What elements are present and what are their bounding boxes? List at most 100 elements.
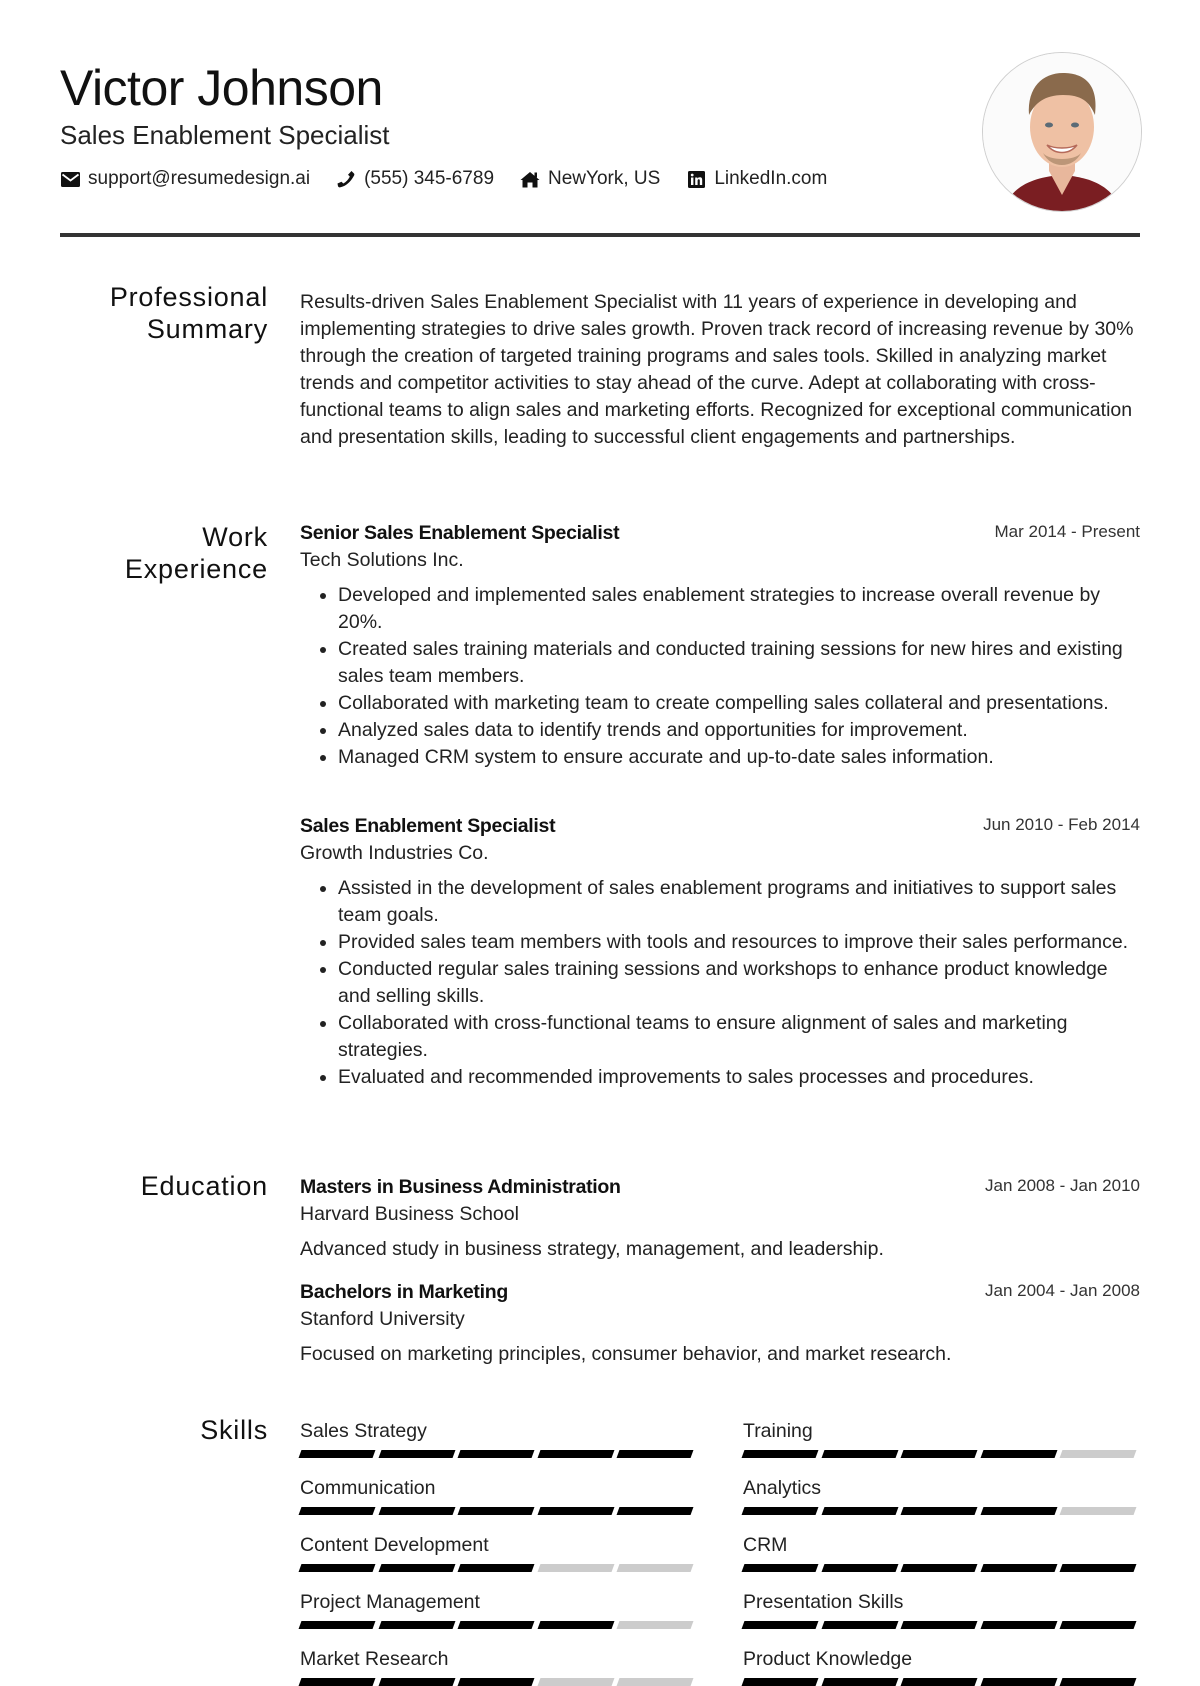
job-title: Sales Enablement Specialist	[60, 120, 390, 150]
skill-level-segment-filled	[821, 1621, 898, 1629]
skill-level-meter	[298, 1450, 697, 1458]
skill-level-meter	[741, 1621, 1140, 1629]
skill-item: Analytics	[741, 1475, 1140, 1515]
skill-level-meter	[741, 1507, 1140, 1515]
summary-text: Results-driven Sales Enablement Speciali…	[300, 291, 1134, 448]
skill-level-segment-filled	[900, 1450, 978, 1458]
education-entry: Masters in Business Administration Jan 2…	[300, 1174, 1140, 1263]
skill-level-segment-filled	[741, 1450, 819, 1458]
job-dates: Mar 2014 - Present	[994, 522, 1140, 541]
skill-name: Sales Strategy	[300, 1420, 427, 1442]
contact-row: support@resumedesign.ai (555) 345-6789 N…	[60, 167, 853, 191]
skill-level-segment-filled	[900, 1564, 978, 1572]
skill-name: Analytics	[743, 1477, 822, 1499]
skill-item: Training	[741, 1418, 1140, 1458]
skill-level-segment-filled	[1059, 1678, 1137, 1686]
skill-level-segment-filled	[900, 1678, 978, 1686]
job-dates: Jun 2010 - Feb 2014	[983, 815, 1140, 834]
contact-email[interactable]: support@resumedesign.ai	[60, 167, 310, 191]
skill-level-segment-empty	[537, 1678, 614, 1686]
job-entry: Senior Sales Enablement Specialist Mar 2…	[300, 520, 1140, 771]
job-company: Growth Industries Co.	[300, 842, 489, 864]
school: Harvard Business School	[300, 1203, 519, 1225]
school: Stanford University	[300, 1308, 465, 1330]
job-bullet: Managed CRM system to ensure accurate an…	[338, 744, 1140, 771]
education-dates: Jan 2008 - Jan 2010	[984, 1176, 1140, 1195]
candidate-name: Victor Johnson	[60, 60, 383, 116]
skill-level-segment-filled	[378, 1450, 455, 1458]
skill-level-segment-filled	[821, 1564, 898, 1572]
skill-level-segment-filled	[537, 1621, 614, 1629]
skill-name: Communication	[300, 1477, 436, 1499]
education-entry: Bachelors in Marketing Jan 2004 - Jan 20…	[300, 1279, 1140, 1368]
job-bullet: Evaluated and recommended improvements t…	[338, 1064, 1140, 1091]
job-bullet: Collaborated with marketing team to crea…	[338, 690, 1140, 717]
skill-name: Market Research	[300, 1648, 449, 1670]
skill-level-segment-filled	[616, 1507, 694, 1515]
section-title-experience: Work Experience	[60, 521, 268, 585]
skill-name: Presentation Skills	[743, 1591, 904, 1613]
skill-item: Content Development	[298, 1532, 697, 1572]
skill-level-segment-filled	[821, 1450, 898, 1458]
contact-location-text: NewYork, US	[548, 168, 661, 189]
job-company: Tech Solutions Inc.	[300, 549, 464, 571]
education-description: Advanced study in business strategy, man…	[300, 1238, 884, 1260]
skill-level-meter	[298, 1621, 697, 1629]
skill-level-segment-filled	[1059, 1564, 1137, 1572]
contact-phone-text: (555) 345-6789	[364, 168, 495, 189]
skill-level-segment-filled	[741, 1678, 819, 1686]
skill-item: Communication	[298, 1475, 697, 1515]
skill-level-segment-filled	[900, 1507, 978, 1515]
job-bullet: Collaborated with cross-functional teams…	[338, 1010, 1140, 1064]
contact-linkedin-text: LinkedIn.com	[714, 168, 828, 189]
skill-name: Training	[743, 1420, 813, 1442]
education-dates: Jan 2004 - Jan 2008	[984, 1281, 1140, 1300]
job-bullet: Developed and implemented sales enableme…	[338, 582, 1140, 636]
skill-level-segment-filled	[821, 1678, 898, 1686]
skill-name: Content Development	[300, 1534, 489, 1556]
skill-item: Market Research	[298, 1646, 697, 1686]
skill-level-segment-filled	[980, 1507, 1057, 1515]
skill-name: Project Management	[300, 1591, 480, 1613]
job-bullet: Assisted in the development of sales ena…	[338, 875, 1140, 929]
contact-location: NewYork, US	[520, 167, 660, 191]
skill-level-segment-filled	[741, 1564, 819, 1572]
skill-level-segment-filled	[741, 1507, 819, 1515]
skill-level-segment-filled	[378, 1678, 455, 1686]
skill-level-segment-filled	[457, 1507, 535, 1515]
skill-level-segment-filled	[298, 1621, 376, 1629]
skill-item: CRM	[741, 1532, 1140, 1572]
skill-level-segment-filled	[980, 1621, 1057, 1629]
profile-photo	[982, 52, 1142, 212]
skill-level-segment-filled	[298, 1678, 376, 1686]
skill-level-segment-filled	[457, 1564, 535, 1572]
skill-level-segment-filled	[821, 1507, 898, 1515]
skill-level-segment-filled	[298, 1564, 376, 1572]
skill-item: Sales Strategy	[298, 1418, 697, 1458]
job-bullets: Assisted in the development of sales ena…	[300, 875, 1140, 1091]
phone-icon	[336, 170, 356, 188]
skill-level-segment-filled	[378, 1621, 455, 1629]
skill-level-segment-empty	[537, 1564, 614, 1572]
skill-item: Project Management	[298, 1589, 697, 1629]
section-title-line: Experience	[124, 554, 268, 584]
skill-level-segment-filled	[616, 1450, 694, 1458]
section-title-skills: Skills	[200, 1415, 268, 1445]
section-title-line: Summary	[146, 314, 268, 344]
section-title-summary: Professional Summary	[60, 281, 268, 345]
skill-level-segment-empty	[616, 1678, 694, 1686]
skill-level-meter	[741, 1450, 1140, 1458]
skill-level-meter	[298, 1678, 697, 1686]
skill-level-segment-filled	[537, 1507, 614, 1515]
contact-email-text: support@resumedesign.ai	[88, 168, 311, 189]
job-bullets: Developed and implemented sales enableme…	[300, 582, 1140, 771]
skill-level-segment-filled	[1059, 1621, 1137, 1629]
skill-level-segment-filled	[741, 1621, 819, 1629]
skill-level-segment-filled	[457, 1678, 535, 1686]
education-description: Focused on marketing principles, consume…	[300, 1343, 952, 1365]
contact-linkedin[interactable]: LinkedIn.com	[686, 167, 827, 191]
skill-name: CRM	[743, 1534, 788, 1556]
contact-phone[interactable]: (555) 345-6789	[336, 167, 494, 191]
skill-level-meter	[298, 1564, 697, 1572]
envelope-icon	[60, 170, 80, 188]
